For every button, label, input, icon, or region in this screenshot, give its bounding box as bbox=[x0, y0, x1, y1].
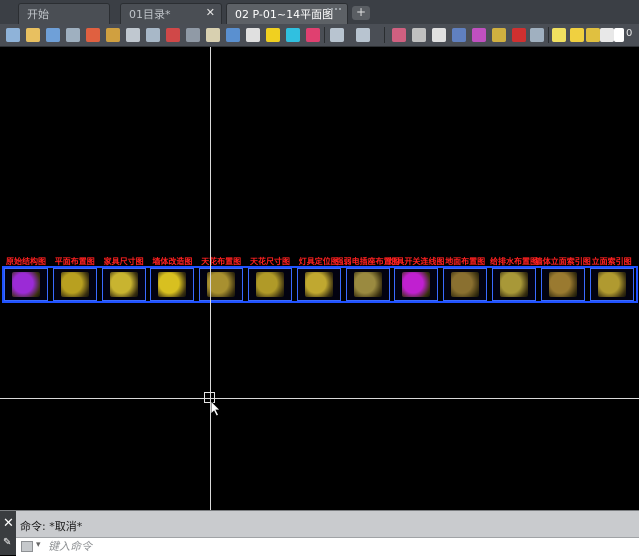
sheet-title: 墙体立面索引图 bbox=[534, 257, 591, 266]
tool-icon-19[interactable] bbox=[392, 28, 406, 42]
sheet-title: 原始结构图 bbox=[6, 257, 46, 266]
floor-plan-graphic bbox=[402, 272, 431, 297]
sheet-thumbnail[interactable] bbox=[443, 268, 488, 301]
tool-icon-6[interactable] bbox=[106, 28, 120, 42]
floor-plan-graphic bbox=[353, 272, 382, 297]
sheet-thumbnail[interactable] bbox=[540, 268, 585, 301]
sheet-title: 给排水布置图 bbox=[490, 257, 538, 266]
command-input-row: ▾ bbox=[16, 537, 639, 556]
floor-plan-graphic bbox=[597, 272, 626, 297]
quick-toolbar: 0 bbox=[0, 24, 639, 47]
sheet-thumbnail[interactable] bbox=[52, 268, 97, 301]
freeze-icon[interactable] bbox=[586, 28, 600, 42]
floor-plan-graphic bbox=[451, 272, 480, 297]
layers-icon[interactable] bbox=[530, 28, 544, 42]
sheet-title: 灯具定位图 bbox=[298, 257, 339, 266]
floor-plan-graphic bbox=[60, 272, 89, 297]
tool-icon-5[interactable] bbox=[86, 28, 100, 42]
tab-drawing-02[interactable]: 02 P-01~14平面图 bbox=[226, 3, 348, 24]
tool-icon-24[interactable] bbox=[492, 28, 506, 42]
crosshair-horizontal bbox=[0, 398, 639, 399]
command-input[interactable] bbox=[48, 539, 608, 554]
tab-drawing-01-label: 01目录* bbox=[129, 8, 171, 21]
close-tab-icon[interactable]: ✕ bbox=[206, 6, 215, 19]
floor-plan-graphic bbox=[12, 272, 40, 297]
tool-icon-25[interactable] bbox=[512, 28, 526, 42]
tool-icon-10[interactable] bbox=[186, 28, 200, 42]
tool-icon-7[interactable] bbox=[126, 28, 140, 42]
save-icon[interactable] bbox=[46, 28, 60, 42]
tool-icon-9[interactable] bbox=[166, 28, 180, 42]
tab-overflow-icon bbox=[327, 8, 341, 12]
floor-plan-graphic bbox=[109, 272, 138, 297]
chevron-down-icon[interactable]: ▾ bbox=[36, 540, 41, 550]
tool-icon-23[interactable] bbox=[472, 28, 486, 42]
sheet-title: 立面索引图 bbox=[591, 257, 632, 266]
sheet-title: 平面布置图 bbox=[54, 257, 95, 266]
tool-icon-22[interactable] bbox=[452, 28, 466, 42]
sheet-thumbnail[interactable] bbox=[492, 268, 536, 301]
lightbulb-icon[interactable] bbox=[552, 28, 566, 42]
redo-icon[interactable] bbox=[356, 28, 370, 42]
tool-icon-20[interactable] bbox=[412, 28, 426, 42]
tab-drawing-01[interactable]: 01目录* ✕ bbox=[120, 3, 222, 24]
document-tab-bar: 开始 01目录* ✕ 02 P-01~14平面图 + bbox=[0, 0, 639, 25]
sheet-thumbnail[interactable] bbox=[4, 268, 48, 301]
close-icon[interactable]: ✕ bbox=[3, 516, 14, 531]
tool-icon-21[interactable] bbox=[432, 28, 446, 42]
tool-icon-15[interactable] bbox=[286, 28, 300, 42]
tool-icon-13[interactable] bbox=[246, 28, 260, 42]
floor-plan-graphic bbox=[256, 272, 284, 297]
crosshair-vertical bbox=[210, 47, 211, 510]
floor-plan-graphic bbox=[500, 272, 528, 297]
floor-plan-graphic bbox=[304, 272, 333, 297]
tab-drawing-02-label: 02 P-01~14平面图 bbox=[235, 8, 334, 21]
new-tab-button[interactable]: + bbox=[352, 6, 370, 20]
open-file-icon[interactable] bbox=[26, 28, 40, 42]
sheet-title: 天花尺寸图 bbox=[250, 257, 290, 266]
tool-icon-11[interactable] bbox=[206, 28, 220, 42]
floor-plan-graphic bbox=[548, 272, 577, 297]
sun-icon[interactable] bbox=[570, 28, 584, 42]
recent-commands-icon[interactable] bbox=[21, 541, 33, 552]
sheet-thumbnail[interactable] bbox=[296, 268, 341, 301]
tab-start-label: 开始 bbox=[27, 8, 49, 21]
new-file-icon[interactable] bbox=[6, 28, 20, 42]
toolbar-divider bbox=[548, 27, 549, 43]
sheet-title: 家具尺寸图 bbox=[103, 257, 144, 266]
sheet-thumbnail[interactable] bbox=[394, 268, 439, 301]
command-panel-handle: ✕ ✎ bbox=[0, 511, 16, 555]
sheet-thumbnail[interactable] bbox=[101, 268, 146, 301]
sheet-title: 天花布置图 bbox=[201, 257, 242, 266]
sheet-thumbnail[interactable] bbox=[150, 268, 195, 301]
sheet-thumbnail[interactable] bbox=[248, 268, 292, 301]
sheet-title: 墙体改造图 bbox=[152, 257, 193, 266]
tool-icon-16[interactable] bbox=[306, 28, 320, 42]
tool-icon-12[interactable] bbox=[226, 28, 240, 42]
tab-start[interactable]: 开始 bbox=[18, 3, 110, 24]
sheet-title: 地面布置图 bbox=[445, 257, 486, 266]
layer-color-swatch[interactable] bbox=[614, 28, 624, 42]
tool-icon-8[interactable] bbox=[146, 28, 160, 42]
sheet-title: 灯具开关连线图 bbox=[388, 257, 445, 266]
command-line-panel: ✕ ✎ 命令: *取消* ▾ bbox=[0, 510, 639, 556]
drawing-canvas[interactable]: 原始结构图 平面布置图 家具尺寸图 墙体改造图 天花布置图 天花尺寸图 灯具定位图 强弱电插座… bbox=[0, 47, 639, 510]
print-icon[interactable] bbox=[66, 28, 80, 42]
customize-icon[interactable]: ✎ bbox=[3, 537, 11, 548]
toolbar-divider bbox=[384, 27, 385, 43]
sheet-thumbnail[interactable] bbox=[589, 268, 634, 301]
sheet-thumbnail[interactable] bbox=[345, 268, 390, 301]
sheet-thumbnail[interactable] bbox=[199, 268, 244, 301]
undo-icon[interactable] bbox=[330, 28, 344, 42]
lock-icon[interactable] bbox=[600, 28, 614, 42]
floor-plan-graphic bbox=[207, 272, 236, 297]
floor-plan-graphic bbox=[158, 272, 187, 297]
text-tool-icon[interactable] bbox=[266, 28, 280, 42]
toolbar-divider bbox=[324, 27, 325, 43]
command-history: 命令: *取消* bbox=[20, 520, 83, 533]
current-layer-name[interactable]: 0 bbox=[626, 28, 632, 39]
